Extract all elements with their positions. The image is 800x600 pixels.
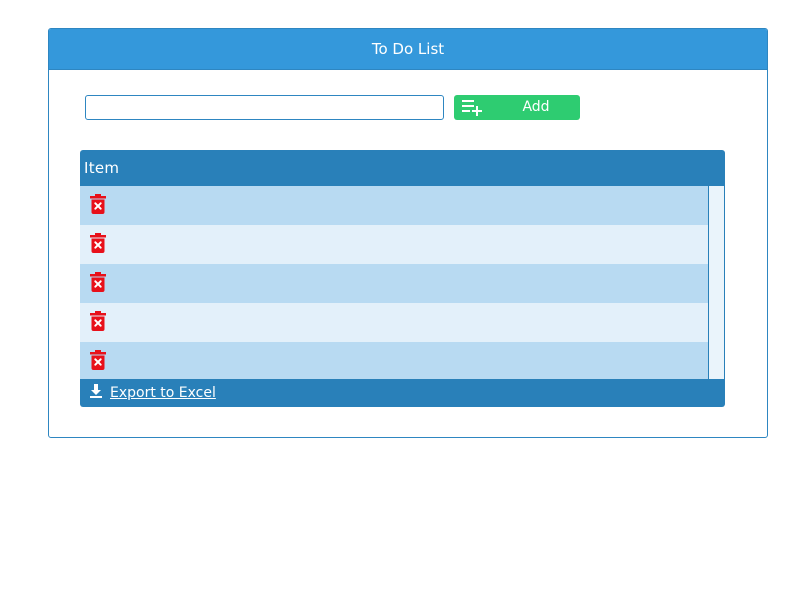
playlist-add-icon	[462, 100, 482, 116]
table-row[interactable]	[80, 186, 708, 225]
panel-title: To Do List	[49, 29, 767, 70]
todo-grid: Item Export to Excel	[80, 150, 725, 407]
delete-icon[interactable]	[90, 194, 106, 214]
add-button-label: Add	[522, 99, 550, 115]
add-item-form: Add	[85, 95, 585, 121]
column-header-item[interactable]: Item	[80, 150, 725, 186]
export-label: Export to Excel	[110, 385, 216, 401]
delete-icon[interactable]	[90, 233, 106, 253]
table-row[interactable]	[80, 303, 708, 342]
table-row[interactable]	[80, 225, 708, 264]
grid-footer: Export to Excel	[80, 379, 725, 407]
todo-panel: To Do List Add Item Export to Excel	[48, 28, 768, 438]
new-item-input[interactable]	[85, 95, 444, 120]
table-row[interactable]	[80, 342, 708, 379]
delete-icon[interactable]	[90, 311, 106, 331]
export-to-excel-link[interactable]: Export to Excel	[88, 379, 216, 407]
table-row[interactable]	[80, 264, 708, 303]
grid-rows	[80, 186, 708, 379]
grid-scrollbar[interactable]	[708, 186, 725, 379]
download-icon	[90, 384, 102, 398]
add-button[interactable]: Add	[454, 95, 580, 120]
delete-icon[interactable]	[90, 272, 106, 292]
grid-body	[80, 186, 725, 379]
delete-icon[interactable]	[90, 350, 106, 370]
